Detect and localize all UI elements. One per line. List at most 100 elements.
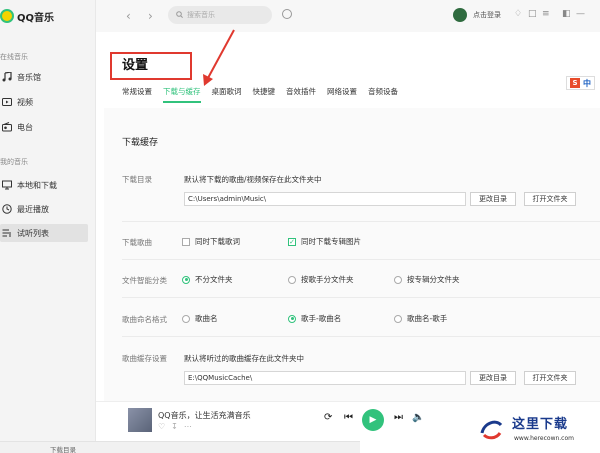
classify-option-none[interactable]: 不分文件夹 [182, 274, 233, 285]
sidebar-item-label: 音乐馆 [17, 72, 41, 82]
radio-button[interactable] [288, 314, 296, 323]
download-lyrics-option[interactable]: 同时下载歌词 [182, 236, 240, 247]
ime-indicator: S 中 [566, 76, 595, 90]
option-label: 歌手-歌曲名 [301, 314, 342, 323]
heart-icon[interactable]: ♡ [158, 422, 165, 431]
skin-icon[interactable]: ♢ [514, 9, 522, 19]
login-link[interactable]: 点击登录 [473, 10, 501, 20]
sidebar-item-label: 视频 [17, 97, 33, 107]
mini-mode-icon[interactable]: ◧ [562, 9, 571, 19]
download-cache-panel: 下载缓存 下载目录 默认将下载的歌曲/视频保存在此文件夹中 C:\Users\a… [104, 108, 600, 401]
back-arrow-icon[interactable]: ‹ [126, 9, 131, 23]
menu-icon[interactable]: ≡ [542, 9, 550, 19]
tab-shortcuts[interactable]: 快捷键 [253, 86, 276, 103]
search-input[interactable]: 搜索音乐 [168, 6, 272, 24]
naming-option-song[interactable]: 歌曲名 [182, 313, 218, 324]
search-placeholder: 搜索音乐 [187, 11, 215, 19]
smart-classify-label: 文件智能分类 [122, 276, 167, 285]
cache-dir-path[interactable]: E:\QQMusicCache\ [184, 371, 466, 385]
song-title: QQ音乐，让生活充满音乐 [158, 411, 251, 420]
mail-icon[interactable]: □ [528, 9, 537, 19]
playlist-icon [2, 228, 12, 238]
radio-button[interactable] [394, 275, 402, 284]
sidebar-item-label: 试听列表 [17, 228, 49, 238]
sidebar-item-recent[interactable]: 最近播放 [0, 200, 88, 218]
radio-icon [2, 122, 12, 132]
sidebar-section-mine: 我的音乐 [0, 158, 28, 166]
sidebar-item-video[interactable]: 视频 [0, 93, 88, 111]
sidebar-item-radio[interactable]: 电台 [0, 118, 88, 136]
more-icon[interactable]: ⋯ [184, 422, 192, 431]
settings-header: 设置 常规设置 下载与缓存 桌面歌词 快捷键 音效插件 网络设置 音频设备 S … [96, 32, 600, 104]
radio-button[interactable] [288, 275, 296, 284]
download-lyrics-checkbox[interactable] [182, 237, 190, 246]
naming-format-label: 歌曲命名格式 [122, 315, 167, 324]
option-label: 歌曲名 [195, 314, 218, 323]
video-icon [2, 97, 12, 107]
tab-audio-device[interactable]: 音频设备 [368, 86, 398, 103]
next-icon[interactable]: ⏭ [394, 412, 403, 423]
option-label: 按专辑分文件夹 [407, 275, 460, 284]
previous-icon[interactable]: ⏮ [344, 412, 353, 423]
classify-option-album[interactable]: 按专辑分文件夹 [394, 274, 460, 285]
divider [122, 297, 600, 298]
option-label: 同时下载专辑图片 [301, 237, 361, 246]
tab-download-cache[interactable]: 下载与缓存 [163, 86, 201, 103]
sidebar-item-trial-list[interactable]: 试听列表 [0, 224, 88, 242]
sidebar-section-online: 在线音乐 [0, 53, 28, 61]
watermark: 这里下载 www.herecown.com [456, 405, 600, 453]
sidebar-item-label: 本地和下载 [17, 180, 57, 190]
radio-button[interactable] [182, 275, 190, 284]
tab-sound-plugins[interactable]: 音效插件 [286, 86, 316, 103]
option-label: 不分文件夹 [195, 275, 233, 284]
clock-icon [2, 204, 12, 214]
naming-option-artist-song[interactable]: 歌手-歌曲名 [288, 313, 341, 324]
change-download-dir-button[interactable]: 更改目录 [470, 192, 516, 206]
minimize-icon[interactable]: — [576, 9, 585, 19]
sidebar-item-label: 最近播放 [17, 204, 49, 214]
download-song-label: 下载歌曲 [122, 238, 152, 247]
option-label: 按歌手分文件夹 [301, 275, 354, 284]
settings-tabs: 常规设置 下载与缓存 桌面歌词 快捷键 音效插件 网络设置 音频设备 [122, 86, 409, 103]
bottom-strip: 下载目录 [0, 441, 360, 453]
sidebar-item-label: 电台 [17, 122, 33, 132]
option-label: 歌曲名-歌手 [407, 314, 448, 323]
sidebar-item-local-download[interactable]: 本地和下载 [0, 176, 88, 194]
open-cache-folder-button[interactable]: 打开文件夹 [524, 371, 576, 385]
sidebar-item-music-hall[interactable]: 音乐馆 [0, 68, 88, 86]
tab-desktop-lyrics[interactable]: 桌面歌词 [212, 86, 242, 103]
search-icon [176, 10, 183, 20]
tab-network[interactable]: 网络设置 [327, 86, 357, 103]
watermark-url: www.herecown.com [514, 435, 574, 442]
sogou-icon: S [570, 78, 580, 88]
open-download-folder-button[interactable]: 打开文件夹 [524, 192, 576, 206]
app-name: QQ音乐 [17, 12, 55, 24]
download-cover-option[interactable]: ✓ 同时下载专辑图片 [288, 236, 361, 247]
watermark-logo-icon [480, 420, 503, 440]
watermark-text: 这里下载 [512, 417, 569, 432]
loop-icon[interactable]: ⟳ [324, 412, 332, 423]
download-cover-checkbox[interactable]: ✓ [288, 237, 296, 246]
sidebar: QQ音乐 在线音乐 音乐馆 视频 电台 我的音乐 本地和下载 最近播放 试听列表 [0, 0, 96, 453]
naming-option-song-artist[interactable]: 歌曲名-歌手 [394, 313, 447, 324]
change-cache-dir-button[interactable]: 更改目录 [470, 371, 516, 385]
music-note-icon [2, 72, 12, 82]
tab-general[interactable]: 常规设置 [122, 86, 152, 103]
avatar[interactable] [453, 8, 467, 22]
option-label: 同时下载歌词 [195, 237, 240, 246]
radio-button[interactable] [182, 314, 190, 323]
monitor-icon [2, 180, 12, 190]
album-cover[interactable] [128, 408, 152, 432]
ime-label: 中 [583, 78, 591, 88]
strip-label: 下载目录 [50, 446, 76, 453]
classify-option-artist[interactable]: 按歌手分文件夹 [288, 274, 354, 285]
download-dir-path[interactable]: C:\Users\admin\Music\ [184, 192, 466, 206]
download-icon[interactable]: ↧ [171, 422, 178, 431]
divider [122, 336, 600, 337]
play-button[interactable]: ▶ [362, 409, 384, 431]
radio-button[interactable] [394, 314, 402, 323]
forward-arrow-icon[interactable]: › [148, 9, 153, 23]
microphone-icon[interactable] [282, 9, 292, 19]
volume-icon[interactable]: 🔈 [412, 412, 424, 423]
song-actions: ♡ ↧ ⋯ [158, 422, 192, 431]
